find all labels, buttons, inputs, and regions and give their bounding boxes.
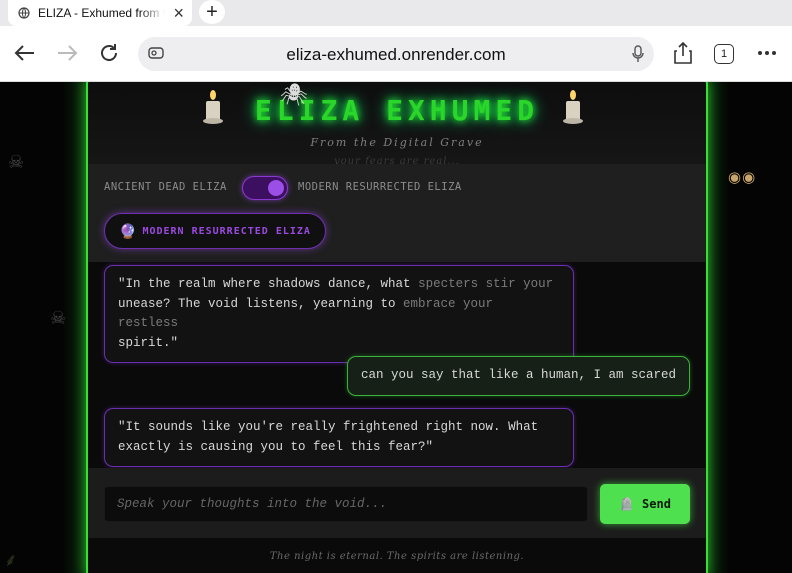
close-tab-icon[interactable]: ×	[173, 4, 184, 22]
eliza-app-container: ELIZA EXHUMED 🕷 From the Digital Grave y…	[86, 82, 708, 573]
tab-title: ELIZA - Exhumed from the Digital Grave	[38, 6, 166, 20]
message-line-faded: specters stir your	[410, 277, 554, 291]
mode-toggle[interactable]	[242, 176, 288, 200]
message-input[interactable]	[104, 486, 588, 522]
skull-icon: ☠	[8, 152, 25, 172]
message-line: "In the realm where shadows dance, what	[118, 277, 411, 291]
microphone-icon[interactable]	[632, 45, 644, 68]
message-composer: 🪦 Send	[88, 468, 706, 538]
message-line: exactly is causing you to feel this fear…	[118, 439, 434, 454]
tab-count-button[interactable]: 1	[714, 44, 734, 64]
back-icon[interactable]	[12, 40, 38, 66]
crystal-ball-icon: 🔮	[119, 222, 137, 239]
url-text: eliza-exhumed.onrender.com	[286, 45, 506, 64]
send-button[interactable]: 🪦 Send	[600, 484, 690, 524]
glowing-eyes-icon: ◉◉	[728, 169, 757, 186]
page-title: ELIZA EXHUMED	[254, 94, 540, 127]
skull-icon: ☠	[50, 308, 67, 328]
app-header: ELIZA EXHUMED 🕷 From the Digital Grave y…	[88, 82, 706, 167]
user-message: can you say that like a human, I am scar…	[346, 356, 690, 396]
navigation-bar: eliza-exhumed.onrender.com 1	[0, 26, 792, 82]
tab-strip: ELIZA - Exhumed from the Digital Grave ×…	[0, 0, 792, 26]
browser-tab[interactable]: ELIZA - Exhumed from the Digital Grave ×	[8, 0, 192, 26]
reload-icon[interactable]	[96, 40, 122, 66]
page-subtitle: From the Digital Grave	[310, 136, 484, 149]
modern-mode-label: MODERN RESURRECTED ELIZA	[298, 181, 462, 193]
ancient-mode-label: ANCIENT DEAD ELIZA	[104, 181, 227, 193]
new-tab-button[interactable]: +	[199, 0, 225, 24]
eliza-message: "In the realm where shadows dance, what …	[104, 265, 574, 363]
dead-tree-icon: ⸙	[4, 550, 18, 570]
tombstone-icon: 🪦	[619, 497, 635, 511]
message-line: "It sounds like you're really frightened…	[118, 420, 539, 434]
more-options-icon[interactable]	[754, 40, 780, 66]
chat-log[interactable]: "In the realm where shadows dance, what …	[88, 262, 706, 468]
address-bar[interactable]: eliza-exhumed.onrender.com	[138, 37, 654, 71]
right-glow	[706, 82, 730, 573]
eliza-message: "It sounds like you're really frightened…	[104, 408, 574, 467]
footer-text: The night is eternal. The spirits are li…	[88, 538, 706, 573]
globe-icon	[18, 7, 30, 19]
message-line: unease? The void listens, yearning to	[118, 296, 404, 311]
share-icon[interactable]	[670, 40, 696, 66]
toggle-knob	[268, 180, 284, 196]
mode-badge-label: MODERN RESURRECTED ELIZA	[142, 225, 311, 237]
mode-controls: ANCIENT DEAD ELIZA MODERN RESURRECTED EL…	[88, 164, 706, 262]
send-label: Send	[642, 497, 671, 511]
mode-badge: 🔮 MODERN RESURRECTED ELIZA	[104, 213, 326, 249]
spider-icon: 🕷	[280, 82, 308, 107]
message-line: spirit."	[118, 335, 179, 350]
forward-icon[interactable]	[54, 40, 80, 66]
page-content: ☠ ☠ ⸙ ◉◉ ELIZA EXHUMED 🕷 From the Digita…	[0, 82, 792, 573]
